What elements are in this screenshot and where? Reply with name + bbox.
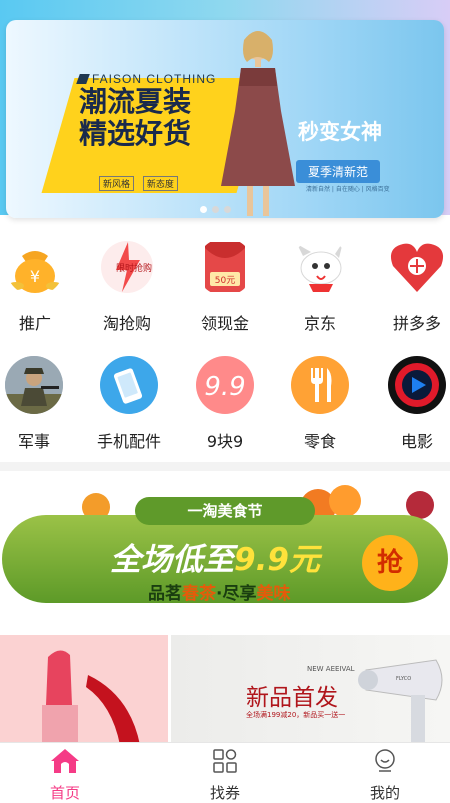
category-label: 领现金: [200, 314, 249, 333]
carousel-dots[interactable]: [200, 206, 231, 213]
banner-pill: 夏季清新范: [296, 160, 381, 183]
category-pinduoduo[interactable]: 拼多多: [372, 238, 450, 334]
lipstick-ad[interactable]: [0, 635, 168, 745]
category-lingshi[interactable]: 零食: [275, 356, 365, 452]
tab-home[interactable]: 首页: [25, 747, 105, 803]
category-9kuai9[interactable]: 9.9 9块9: [180, 356, 270, 452]
red-envelope-icon: 50元: [196, 238, 254, 296]
nine-text: 9.9: [204, 372, 245, 402]
new-arrival-eyebrow: NEW AEEIVAL: [307, 665, 355, 673]
new-arrival-title: 新品首发: [246, 685, 338, 711]
banner-tags: 新风格 新态度: [99, 176, 184, 191]
svg-text:FLYCO: FLYCO: [396, 676, 411, 682]
category-tuiguang[interactable]: ¥ 推广: [0, 238, 80, 334]
category-label: 9块9: [206, 432, 244, 451]
promo-headline-prefix: 全场低至: [110, 542, 234, 578]
banner-slogan-line2: 精选好货: [79, 117, 192, 150]
promo-sub-d: 美味: [256, 584, 291, 604]
promo-banner[interactable]: 一淘美食节 全场低至9.9元 品茗春茶·尽享美味 抢: [0, 477, 450, 627]
new-arrival-subtitle: 全场满199减20，新品买一送一: [246, 711, 346, 719]
model-figure-illustration: [221, 31, 295, 216]
hairdryer-illustration: FLYCO: [358, 659, 443, 745]
bottom-tab-bar: 首页 找券 我的: [0, 742, 450, 803]
category-shoujipeijian[interactable]: 手机配件: [84, 356, 174, 452]
category-dianying[interactable]: 电影: [372, 356, 450, 452]
svg-text:¥: ¥: [30, 267, 40, 286]
category-taoqianggou[interactable]: 限时抢购 淘抢购: [82, 238, 172, 334]
tab-coupons[interactable]: 找券: [185, 747, 265, 803]
profile-icon: [375, 749, 395, 772]
banner-slogan: 潮流夏装 精选好货: [79, 86, 191, 150]
grid-icon: [213, 749, 237, 773]
banner-brand: FAISON CLOTHING: [78, 72, 216, 86]
banner-subtext: 清新自然 | 自在随心 | 风格百变: [306, 186, 390, 193]
envelope-amount: 50元: [215, 276, 235, 286]
category-label: 零食: [303, 432, 336, 451]
category-label: 推广: [18, 314, 51, 333]
carousel-dot-active[interactable]: [200, 206, 207, 213]
soldier-avatar-icon: [5, 356, 63, 414]
section-divider: [0, 462, 450, 471]
category-label: 淘抢购: [102, 314, 151, 333]
flash-sale-icon: 限时抢购: [98, 238, 156, 296]
banner-tag: 新态度: [142, 176, 178, 191]
pinduoduo-heart-icon: [388, 238, 446, 296]
promo-sub-a: 品茗: [148, 584, 182, 604]
category-label: 手机配件: [96, 432, 161, 451]
category-label: 军事: [17, 432, 50, 451]
promo-sub-c: ·尽享: [216, 584, 257, 604]
hairdryer-ad[interactable]: NEW AEEIVAL 新品首发 全场满199减20，新品买一送一 FLYCO: [171, 635, 450, 745]
category-label: 拼多多: [392, 314, 441, 333]
promo-headline: 全场低至9.9元: [110, 534, 320, 579]
banner-tag: 新风格: [99, 176, 135, 191]
category-jingdong[interactable]: 京东: [275, 238, 365, 334]
category-lingxianjin[interactable]: 50元 领现金: [180, 238, 270, 334]
nine-point-nine-icon: 9.9: [196, 356, 254, 414]
hero-banner[interactable]: FAISON CLOTHING 潮流夏装 精选好货 新风格 新态度 秒变女神 夏…: [6, 20, 444, 218]
flash-sale-text: 限时抢购: [116, 262, 152, 274]
banner-headline: 秒变女神: [298, 120, 382, 144]
promo-sub-b: 春茶: [182, 584, 216, 604]
phone-icon: [100, 356, 158, 414]
promo-tab: 一淘美食节: [135, 497, 315, 525]
jd-dog-icon: [291, 238, 349, 296]
new-arrival-banner[interactable]: NEW AEEIVAL 新品首发 全场满199减20，新品买一送一 FLYCO: [0, 635, 450, 745]
carousel-dot[interactable]: [224, 206, 231, 213]
grab-button[interactable]: 抢: [362, 535, 418, 591]
carousel-dot[interactable]: [212, 206, 219, 213]
fork-knife-icon: [291, 356, 349, 414]
money-bag-icon: ¥: [6, 238, 64, 296]
category-label: 电影: [400, 432, 433, 451]
promo-headline-value: 9.9元: [234, 542, 320, 578]
category-label: 京东: [303, 314, 336, 333]
category-junshi[interactable]: 军事: [0, 356, 79, 452]
promo-subline: 品茗春茶·尽享美味: [148, 579, 290, 604]
tab-profile[interactable]: 我的: [345, 747, 425, 803]
banner-slogan-line1: 潮流夏装: [79, 85, 192, 118]
lipstick-illustration: [42, 650, 140, 745]
movie-play-icon: [388, 356, 446, 414]
home-icon: [51, 749, 79, 773]
